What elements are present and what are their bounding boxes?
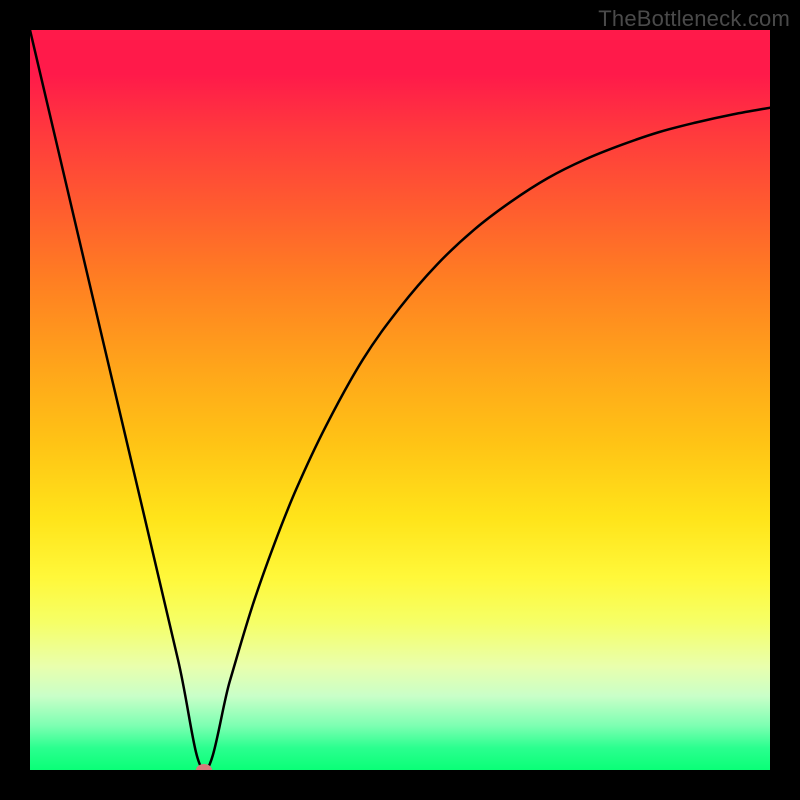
curve-layer — [30, 30, 770, 770]
bottleneck-curve — [30, 30, 770, 770]
optimal-point-marker — [196, 764, 212, 770]
plot-area — [30, 30, 770, 770]
watermark-text: TheBottleneck.com — [598, 6, 790, 32]
chart-frame: TheBottleneck.com — [0, 0, 800, 800]
